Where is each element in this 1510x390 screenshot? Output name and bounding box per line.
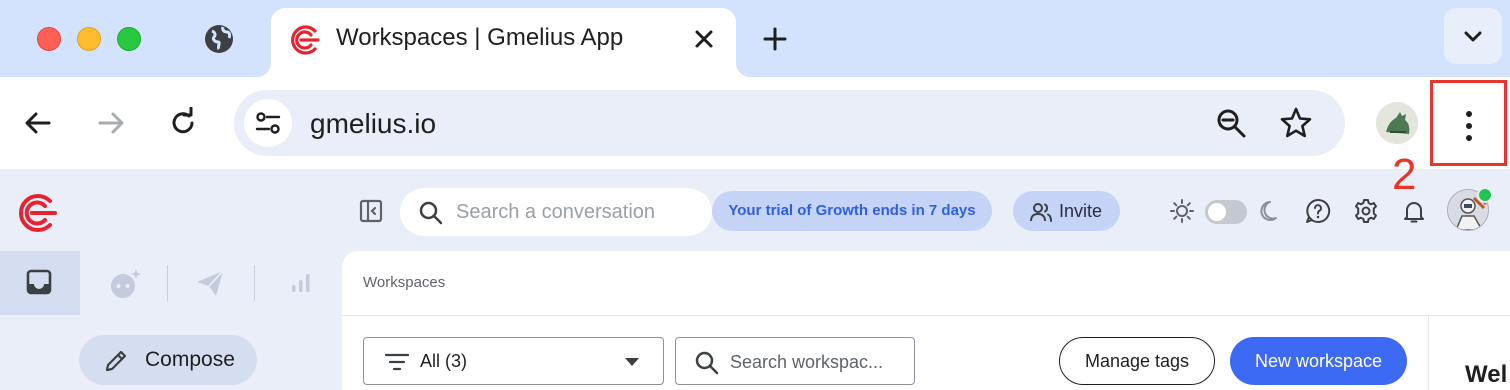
tab-sequences[interactable] bbox=[170, 251, 250, 315]
online-status-badge bbox=[1477, 187, 1493, 203]
compose-button[interactable]: Compose bbox=[79, 335, 257, 385]
window-maximize-button[interactable] bbox=[117, 27, 141, 51]
browser-toolbar: gmelius.io bbox=[0, 77, 1510, 169]
tab-separator bbox=[254, 265, 255, 301]
globe-icon[interactable] bbox=[203, 23, 235, 55]
workspace-search[interactable] bbox=[675, 337, 915, 385]
sun-icon bbox=[1169, 198, 1195, 229]
bot-icon bbox=[111, 269, 141, 298]
inbox-icon bbox=[26, 269, 52, 295]
filter-icon bbox=[384, 353, 410, 371]
welcome-heading: Wel bbox=[1465, 361, 1508, 388]
step-number-annotation: 2 bbox=[1392, 150, 1417, 199]
workspace-filter-select[interactable]: All (3) bbox=[363, 337, 664, 385]
theme-toggle[interactable] bbox=[1205, 200, 1247, 224]
back-arrow-icon[interactable] bbox=[22, 107, 54, 139]
analytics-icon bbox=[292, 274, 310, 292]
manage-tags-button[interactable]: Manage tags bbox=[1059, 337, 1215, 385]
gmelius-favicon-icon bbox=[287, 23, 321, 57]
chevron-down-icon bbox=[1464, 31, 1482, 42]
send-icon bbox=[197, 270, 224, 296]
tab-analytics[interactable] bbox=[262, 251, 342, 315]
sidebar-tabs bbox=[0, 251, 342, 315]
more-menu-highlight[interactable] bbox=[1430, 80, 1507, 166]
reload-icon[interactable] bbox=[167, 106, 199, 139]
conversation-search-input[interactable] bbox=[456, 198, 696, 226]
caret-down-icon bbox=[625, 358, 639, 366]
zoom-out-icon[interactable] bbox=[1214, 106, 1248, 145]
tab-workspaces[interactable]: Workspaces | Gmelius App bbox=[271, 8, 736, 77]
close-icon[interactable] bbox=[689, 24, 719, 54]
more-vert-icon[interactable] bbox=[1455, 108, 1483, 144]
gear-icon[interactable] bbox=[1353, 198, 1379, 229]
star-icon[interactable] bbox=[1279, 106, 1313, 145]
app-header: Your trial of Growth ends in 7 days Invi… bbox=[0, 169, 1510, 251]
search-icon bbox=[695, 351, 719, 375]
panel-divider bbox=[1428, 316, 1429, 390]
pencil-icon bbox=[105, 350, 127, 372]
bell-icon[interactable] bbox=[1401, 198, 1427, 229]
invite-button[interactable]: Invite bbox=[1013, 191, 1120, 231]
filter-selected-value: All (3) bbox=[420, 351, 468, 371]
tab-search-button[interactable] bbox=[1444, 8, 1502, 64]
profile-avatar[interactable] bbox=[1376, 102, 1418, 144]
tab-separator bbox=[167, 265, 168, 301]
users-icon bbox=[1030, 203, 1052, 222]
conversation-search[interactable] bbox=[400, 188, 712, 236]
workspace-search-input[interactable] bbox=[730, 350, 906, 374]
invite-label: Invite bbox=[1059, 201, 1103, 221]
tab-ai-assistant[interactable] bbox=[84, 251, 164, 315]
tab-title: Workspaces | Gmelius App bbox=[336, 24, 624, 51]
breadcrumb[interactable]: Workspaces bbox=[363, 274, 445, 291]
main-content: Workspaces All (3) Manage tags New works… bbox=[342, 251, 1510, 390]
moon-icon bbox=[1258, 198, 1284, 229]
divider bbox=[342, 315, 1510, 316]
address-bar[interactable]: gmelius.io bbox=[234, 90, 1345, 156]
help-icon[interactable] bbox=[1305, 198, 1331, 229]
gmelius-logo-icon[interactable] bbox=[14, 191, 58, 240]
search-icon bbox=[419, 201, 443, 225]
left-sidebar: Compose bbox=[0, 251, 342, 390]
tab-inbox[interactable] bbox=[0, 251, 80, 315]
new-workspace-button[interactable]: New workspace bbox=[1230, 337, 1407, 385]
trial-badge[interactable]: Your trial of Growth ends in 7 days bbox=[712, 191, 992, 231]
forward-arrow-icon[interactable] bbox=[95, 107, 127, 139]
window-minimize-button[interactable] bbox=[77, 27, 101, 51]
compose-label: Compose bbox=[145, 348, 235, 371]
window-close-button[interactable] bbox=[37, 27, 61, 51]
url-text[interactable]: gmelius.io bbox=[310, 108, 436, 140]
browser-tab-strip: Workspaces | Gmelius App bbox=[0, 0, 1510, 77]
site-settings-icon[interactable] bbox=[244, 99, 292, 147]
plus-icon[interactable] bbox=[758, 22, 792, 56]
sidebar-toggle-icon[interactable] bbox=[357, 197, 385, 230]
